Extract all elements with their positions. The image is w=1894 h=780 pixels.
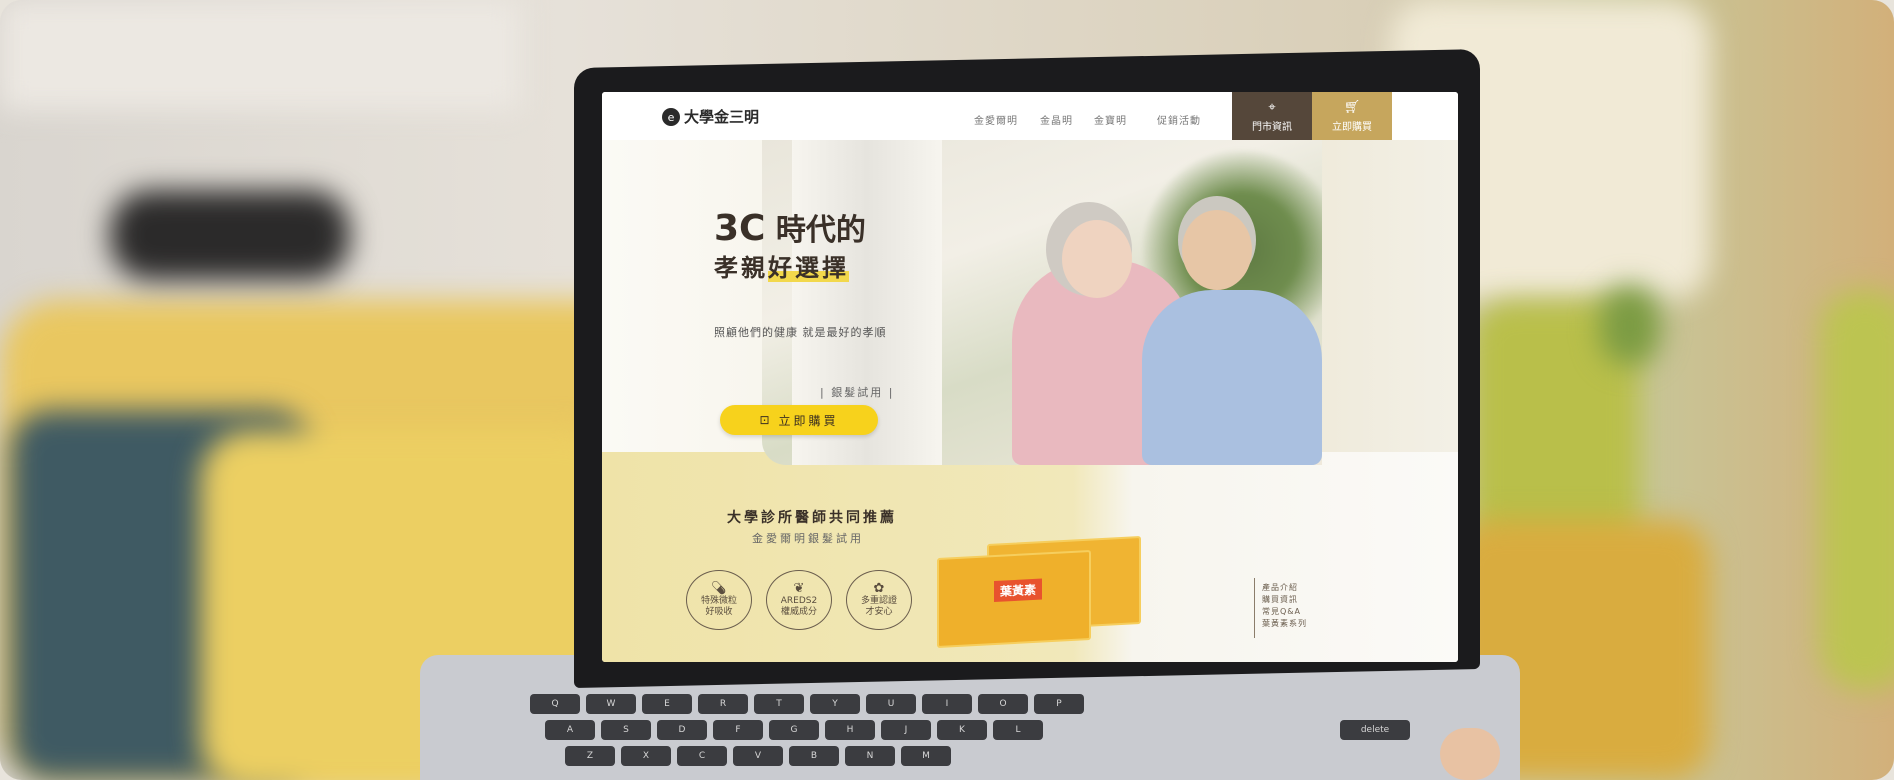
nav-link-3[interactable]: 金寶明 xyxy=(1094,112,1127,127)
keyboard-key: U xyxy=(866,694,916,714)
buy-now-nav-label: 立即購買 xyxy=(1332,121,1372,133)
feature-badge-3: ✿ 多重認證 才安心 xyxy=(846,570,912,630)
keyboard-key: J xyxy=(881,720,931,740)
keyboard-key: E xyxy=(642,694,692,714)
keyboard-key: Z xyxy=(565,746,615,766)
keyboard-key: D xyxy=(657,720,707,740)
flower-icon: ✿ xyxy=(873,580,885,596)
keyboard-keys: Q W E R T Y U I O P A S D F G H J K L Z X C V B N Mdelete xyxy=(470,672,1470,780)
map-pin-icon: ⌖ xyxy=(1268,99,1276,115)
keyboard-key: H xyxy=(825,720,875,740)
keyboard-key: P xyxy=(1034,694,1084,714)
delete-key: delete xyxy=(1340,720,1410,740)
feature-2-line1: AREDS2 xyxy=(780,595,818,606)
keyboard-key: O xyxy=(978,694,1028,714)
feature-3-line2: 才安心 xyxy=(865,606,893,617)
feature-badge-2: ❦ AREDS2 權威成分 xyxy=(766,570,832,630)
green-chair-right xyxy=(1820,290,1894,690)
headline-era: 時代的 xyxy=(765,213,866,248)
keyboard-key: N xyxy=(845,746,895,766)
woman-head xyxy=(1062,220,1132,298)
store-info-label: 門市資訊 xyxy=(1252,121,1292,133)
photo-scene: Q W E R T Y U I O P A S D F G H J K L Z X C V B N Mdelete e 大學金三明… xyxy=(0,0,1894,780)
keyboard-key: X xyxy=(621,746,671,766)
hero-headline: 3C 時代的 孝親好選擇 xyxy=(714,211,866,283)
keyboard-key: B xyxy=(789,746,839,766)
nav-link-2[interactable]: 金晶明 xyxy=(1040,112,1073,127)
trial-label: | 銀髮試用 | xyxy=(820,386,895,399)
nav-link-1[interactable]: 金愛爾明 xyxy=(974,112,1018,127)
keyboard-key: A xyxy=(545,720,595,740)
keyboard-key: V xyxy=(733,746,783,766)
keyboard-key: Y xyxy=(810,694,860,714)
background-shelf xyxy=(0,0,520,110)
buy-now-nav-button[interactable]: 🛒︎ 立即購買 xyxy=(1312,92,1392,140)
buy-now-button[interactable]: ⊡ 立即購買 xyxy=(720,405,878,435)
keyboard-key: R xyxy=(698,694,748,714)
keyboard-key: F xyxy=(713,720,763,740)
site-header: e 大學金三明 金愛爾明 金晶明 金寶明 促銷活動 ⌖ 門市資訊 🛒︎ 立即購買 xyxy=(602,92,1458,141)
keyboard-key: G xyxy=(769,720,819,740)
cart-icon: 🛒︎ xyxy=(1343,99,1361,115)
headline-3c: 3C xyxy=(714,208,766,249)
side-nav-item-4[interactable]: 葉黃素系列 xyxy=(1262,618,1307,630)
background-bag xyxy=(110,190,350,280)
recommend-subtitle: 金愛爾明銀髮試用 xyxy=(752,532,864,545)
buy-now-label: 立即購買 xyxy=(778,413,839,428)
logo-text[interactable]: 大學金三明 xyxy=(684,106,759,127)
side-nav-item-1[interactable]: 產品介紹 xyxy=(1262,582,1307,594)
keyboard-key: I xyxy=(922,694,972,714)
headline-choice: 好選擇 xyxy=(768,254,849,282)
keyboard-key: L xyxy=(993,720,1043,740)
side-nav: 產品介紹 購買資訊 常見Q&A 葉黃素系列 xyxy=(1262,582,1307,630)
side-nav-item-2[interactable]: 購買資訊 xyxy=(1262,594,1307,606)
elderly-man xyxy=(1142,290,1322,465)
capsule-icon: 💊︎ xyxy=(710,580,728,596)
keyboard-key: S xyxy=(601,720,651,740)
feature-badge-1: 💊︎ 特殊微粒 好吸收 xyxy=(686,570,752,630)
feature-1-line1: 特殊微粒 xyxy=(700,595,737,606)
keyboard-key: Q xyxy=(530,694,580,714)
feature-2-line2: 權威成分 xyxy=(780,606,817,617)
side-nav-line xyxy=(1254,578,1255,638)
product-box-front[interactable]: 葉黃素 xyxy=(937,549,1091,649)
hero-subline: 照顧他們的健康 就是最好的孝順 xyxy=(714,326,887,339)
keyboard-key: M xyxy=(901,746,951,766)
feature-3-line1: 多重認證 xyxy=(860,595,897,606)
potted-plant xyxy=(1600,285,1660,365)
keyboard-key: T xyxy=(754,694,804,714)
laptop-screen: e 大學金三明 金愛爾明 金晶明 金寶明 促銷活動 ⌖ 門市資訊 🛒︎ 立即購買 xyxy=(602,92,1458,662)
hand xyxy=(1440,728,1500,780)
keyboard-key: W xyxy=(586,694,636,714)
store-info-button[interactable]: ⌖ 門市資訊 xyxy=(1232,92,1312,140)
keyboard-key: K xyxy=(937,720,987,740)
side-nav-item-3[interactable]: 常見Q&A xyxy=(1262,606,1307,618)
keyboard-key: C xyxy=(677,746,727,766)
recommend-title: 大學診所醫師共同推薦 xyxy=(727,510,897,526)
feature-1-line2: 好吸收 xyxy=(705,606,733,617)
nav-link-promotions[interactable]: 促銷活動 xyxy=(1157,112,1201,127)
man-head xyxy=(1182,210,1252,290)
headline-filial: 孝親 xyxy=(714,254,768,282)
cart-icon: ⊡ xyxy=(759,413,773,427)
logo-icon[interactable]: e xyxy=(662,108,680,126)
product-label: 葉黃素 xyxy=(994,578,1043,603)
hand-leaf-icon: ❦ xyxy=(793,580,805,596)
